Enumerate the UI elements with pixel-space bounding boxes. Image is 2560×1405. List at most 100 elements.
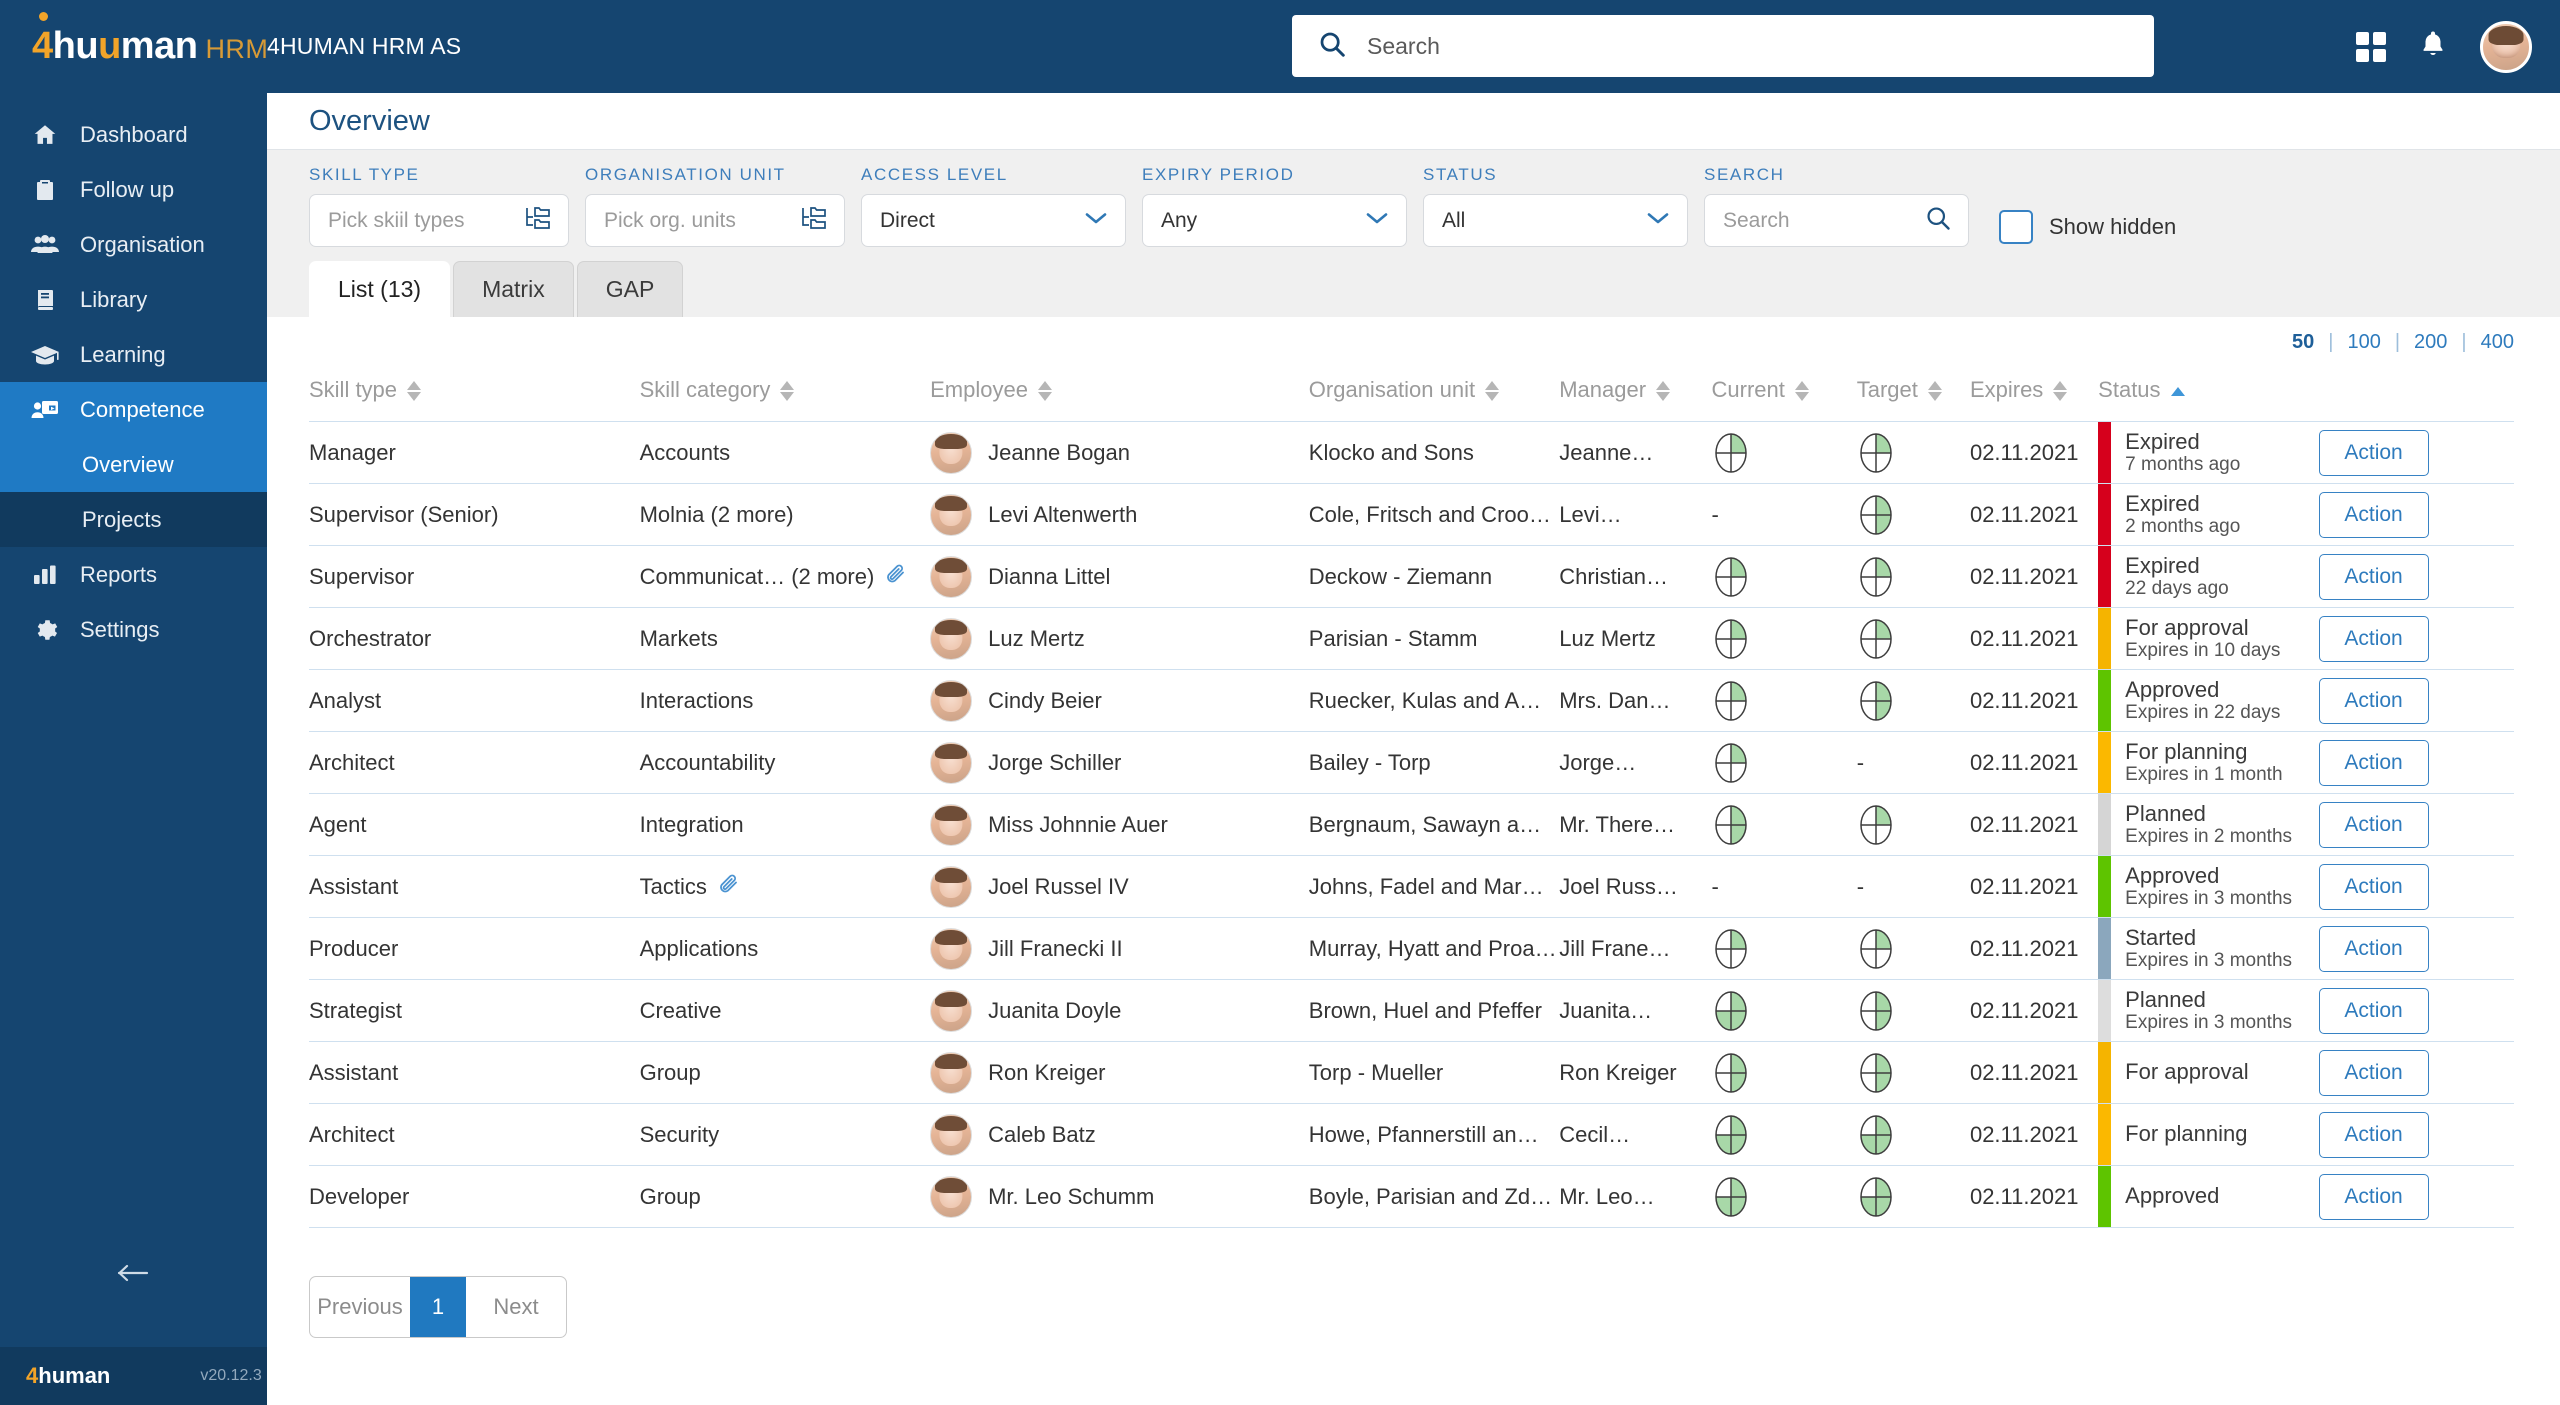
global-search-input[interactable]: Search (1292, 15, 2154, 77)
page-size-200[interactable]: 200 (2414, 331, 2447, 354)
column-header-target[interactable]: Target (1857, 367, 1970, 422)
action-button[interactable]: Action (2318, 925, 2429, 972)
action-button[interactable]: Action (2318, 491, 2429, 538)
skill-type-filter[interactable]: Pick skiil types (309, 194, 569, 247)
table-row[interactable]: Developer Group Mr. Leo Schumm Boyle, Paris… (309, 1165, 2514, 1228)
grid-apps-icon[interactable] (2356, 31, 2386, 62)
column-header-current[interactable]: Current (1712, 367, 1857, 422)
filter-expiry-period: EXPIRY PERIOD Any (1142, 165, 1407, 247)
table-row[interactable]: Manager Accounts Jeanne Bogan Klocko and So… (309, 421, 2514, 484)
tree-folder-icon[interactable] (524, 205, 552, 236)
expiry-period-filter[interactable]: Any (1142, 194, 1407, 247)
action-button[interactable]: Action (2318, 1049, 2429, 1096)
sort-icon[interactable] (1794, 381, 1809, 402)
cell-skill-category: Molnia (2 more) (639, 483, 931, 546)
page-size-400[interactable]: 400 (2481, 331, 2514, 354)
page-size-50[interactable]: 50 (2292, 331, 2314, 354)
action-button[interactable]: Action (2318, 801, 2429, 848)
avatar[interactable] (2480, 20, 2532, 73)
sort-icon[interactable] (780, 381, 795, 402)
table-row[interactable]: Strategist Creative Juanita Doyle Brown, Hu… (309, 979, 2514, 1042)
column-header-organisation-unit[interactable]: Organisation unit (1309, 367, 1559, 422)
tab-matrix[interactable]: Matrix (453, 261, 574, 317)
column-header-expires[interactable]: Expires (1970, 367, 2098, 422)
tree-folder-icon[interactable] (800, 205, 828, 236)
sidebar-item-settings[interactable]: Settings (0, 602, 267, 657)
column-header-skill-category[interactable]: Skill category (640, 367, 931, 422)
table-row[interactable]: Agent Integration Miss Johnnie Auer Bergnau… (309, 793, 2514, 856)
sidebar-item-learning[interactable]: Learning (0, 327, 267, 382)
avatar (930, 493, 973, 536)
sidebar-item-competence[interactable]: Competence (0, 382, 267, 437)
sidebar-item-library[interactable]: Library (0, 272, 267, 327)
page-size-100[interactable]: 100 (2347, 331, 2380, 354)
column-header-status[interactable]: Status (2098, 367, 2318, 422)
action-button[interactable]: Action (2318, 863, 2429, 910)
sidebar-item-overview[interactable]: Overview (0, 437, 267, 492)
cell-skill-category: Interactions (639, 669, 931, 732)
action-button[interactable]: Action (2318, 739, 2429, 786)
sidebar-collapse-button[interactable] (0, 1250, 267, 1300)
cell-current (1711, 1103, 1857, 1166)
chevron-down-icon[interactable] (1083, 210, 1109, 231)
action-button[interactable]: Action (2318, 677, 2429, 724)
sort-icon[interactable] (1037, 381, 1052, 402)
chevron-down-icon[interactable] (1364, 210, 1390, 231)
skill-level-gauge (1712, 616, 1857, 662)
cell-manager: Joel Russ… (1559, 855, 1712, 918)
table-row[interactable]: Orchestrator Markets Luz Mertz Parisian - S… (309, 607, 2514, 670)
table-row[interactable]: Assistant Group Ron Kreiger Torp - Mueller R… (309, 1041, 2514, 1104)
attachment-clip-icon[interactable] (884, 561, 908, 593)
column-header-manager[interactable]: Manager (1559, 367, 1711, 422)
action-button[interactable]: Action (2318, 429, 2429, 476)
action-button[interactable]: Action (2318, 615, 2429, 662)
tab-label: Matrix (482, 276, 545, 302)
table-row[interactable]: Producer Applications Jill Franecki II Murr… (309, 917, 2514, 980)
empty-value: - (1711, 501, 1719, 527)
action-button[interactable]: Action (2318, 1173, 2429, 1220)
status-filter[interactable]: All (1423, 194, 1688, 247)
footer-logo-four: 4 (26, 1363, 39, 1388)
sort-icon-asc[interactable] (2170, 386, 2185, 396)
show-hidden-checkbox[interactable] (1999, 210, 2033, 244)
pagination-next[interactable]: Next (466, 1277, 566, 1337)
attachment-clip-icon[interactable] (717, 871, 741, 903)
table-row[interactable]: Architect Accountability Jorge Schiller Bai… (309, 731, 2514, 794)
sort-icon[interactable] (407, 381, 422, 402)
sidebar-item-organisation[interactable]: Organisation (0, 217, 267, 272)
sidebar-item-dashboard[interactable]: Dashboard (0, 107, 267, 162)
column-header-skill-type[interactable]: Skill type (309, 367, 640, 422)
sidebar-item-follow-up[interactable]: Follow up (0, 162, 267, 217)
action-button[interactable]: Action (2318, 553, 2429, 600)
tab-list[interactable]: List (13) (309, 261, 451, 317)
action-button[interactable]: Action (2318, 987, 2429, 1034)
column-header-employee[interactable]: Employee (930, 367, 1309, 422)
pagination-page-1[interactable]: 1 (410, 1277, 466, 1337)
pagination-previous[interactable]: Previous (310, 1277, 410, 1337)
cell-action: Action (2318, 1103, 2514, 1166)
cell-status: For approval Expires in 10 days (2098, 607, 2319, 670)
app-logo[interactable]: 4 hu u man HRM (0, 0, 269, 93)
tab-gap[interactable]: GAP (576, 261, 684, 317)
chevron-down-icon[interactable] (1645, 210, 1671, 231)
sort-icon[interactable] (1656, 381, 1671, 402)
sort-icon[interactable] (1485, 381, 1500, 402)
logo-hrm: HRM (205, 34, 269, 64)
filter-label: ORGANISATION UNIT (585, 165, 786, 184)
notification-bell-icon[interactable] (2418, 28, 2448, 65)
table-row[interactable]: Analyst Interactions Cindy Beier Ruecker, K… (309, 669, 2514, 732)
sort-icon[interactable] (1927, 381, 1942, 402)
show-hidden-toggle[interactable]: Show hidden (1999, 210, 2176, 244)
action-button[interactable]: Action (2318, 1111, 2429, 1158)
sidebar-item-projects[interactable]: Projects (0, 492, 267, 547)
search-input[interactable]: Search (1704, 194, 1969, 247)
table-row[interactable]: Assistant Tactics Joel Russel IV Johns, Fad… (309, 855, 2514, 918)
sort-icon[interactable] (2053, 381, 2068, 402)
table-row[interactable]: Supervisor Communicat… (2 more) Dianna Lit… (309, 545, 2514, 608)
table-row[interactable]: Architect Security Caleb Batz Howe, Pfanner… (309, 1103, 2514, 1166)
search-icon[interactable] (1924, 204, 1952, 237)
sidebar-item-reports[interactable]: Reports (0, 547, 267, 602)
table-row[interactable]: Supervisor (Senior) Molnia (2 more) Levi A… (309, 483, 2514, 546)
organisation-unit-filter[interactable]: Pick org. units (585, 194, 845, 247)
access-level-filter[interactable]: Direct (861, 194, 1126, 247)
